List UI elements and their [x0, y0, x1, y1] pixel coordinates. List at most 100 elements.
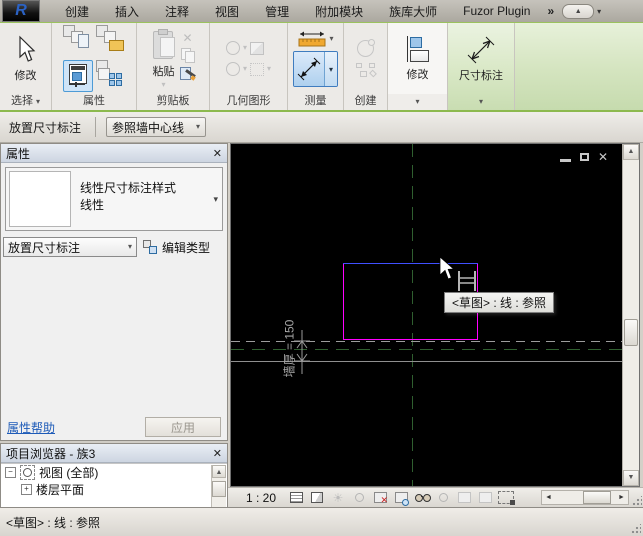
temporary-view-properties-icon[interactable] — [456, 491, 472, 505]
workflow-icon[interactable] — [356, 63, 376, 77]
canvas-resize-grip[interactable] — [632, 496, 642, 506]
types-button[interactable] — [96, 60, 124, 90]
panel-measure: ▾ ▾ 测量 — [288, 23, 344, 110]
modify-tool-label: 修改 — [15, 67, 37, 83]
temporary-hide-isolate-icon[interactable] — [414, 491, 430, 505]
sun-path-icon[interactable]: ☀ — [330, 491, 346, 505]
tab-addins[interactable]: 附加模块 — [302, 0, 376, 22]
view-restore-icon[interactable] — [580, 153, 589, 161]
aligned-dimension-button[interactable]: ▾ — [293, 51, 338, 87]
horizontal-scroll-thumb[interactable] — [583, 491, 611, 504]
project-browser-header[interactable]: 项目浏览器 - 族3 ✕ — [1, 444, 227, 463]
tab-insert[interactable]: 插入 — [102, 0, 152, 22]
modify-mode-button[interactable]: 修改 — [406, 36, 430, 82]
browser-scroll-thumb[interactable] — [212, 481, 226, 497]
join-icon[interactable] — [226, 62, 240, 76]
scroll-up-icon[interactable]: ▲ — [623, 144, 639, 160]
options-bar: 放置尺寸标注 参照墙中心线 ▾ — [0, 112, 643, 143]
panel-modify-expander[interactable]: ▾ — [388, 94, 447, 110]
panel-modify-mode: 修改 ▾ — [388, 23, 448, 110]
scroll-right-icon[interactable]: ► — [615, 494, 628, 501]
type-selector-dropdown-icon[interactable]: ▾ — [213, 194, 218, 205]
dimension-button[interactable]: 尺寸标注 — [459, 35, 503, 83]
collapse-expander-icon[interactable]: − — [5, 467, 16, 478]
ribbon-state-button[interactable]: ▲ — [562, 4, 594, 19]
detail-level-icon[interactable] — [288, 491, 304, 505]
paint-icon[interactable] — [250, 63, 264, 76]
show-constraints-icon[interactable] — [477, 491, 493, 505]
paste-button[interactable]: 粘贴 ▾ — [151, 29, 177, 89]
scroll-down-icon[interactable]: ▼ — [623, 470, 639, 486]
element-tooltip: <草图> : 线 : 参照 — [444, 292, 554, 313]
cut-geometry-icon[interactable] — [250, 42, 264, 55]
view-close-icon[interactable]: ✕ — [598, 152, 608, 162]
element-filter-dropdown[interactable]: 放置尺寸标注 ▾ — [3, 237, 137, 257]
view-scale-button[interactable]: 1 : 20 — [246, 491, 276, 505]
show-crop-region-icon[interactable] — [393, 491, 409, 505]
aligned-dimension-dropdown-icon[interactable]: ▾ — [324, 52, 337, 86]
properties-palette-header[interactable]: 属性 ✕ — [1, 144, 227, 163]
visual-style-icon[interactable] — [309, 491, 325, 505]
ribbon-tab-bar: R 创建 插入 注释 视图 管理 附加模块 族库大师 Fuzor Plugin … — [0, 0, 643, 22]
project-browser-close-icon[interactable]: ✕ — [213, 447, 222, 460]
tab-overflow-icon[interactable]: » — [547, 4, 552, 18]
ribbon-state-dropdown-icon[interactable]: ▾ — [597, 7, 601, 16]
edit-type-button[interactable]: 编辑类型 — [143, 239, 210, 256]
paint-dropdown-icon[interactable]: ▾ — [267, 65, 271, 73]
family-types-button[interactable] — [63, 25, 91, 55]
panel-dimension-expander[interactable]: ▾ — [448, 94, 514, 110]
type-selector-family: 线性尺寸标注样式 — [80, 180, 218, 197]
tab-manage[interactable]: 管理 — [252, 0, 302, 22]
modify-mode-icon — [406, 36, 430, 64]
vertical-scrollbar[interactable]: ▲ ▼ — [622, 144, 639, 486]
join-dropdown-icon[interactable]: ▾ — [243, 65, 247, 73]
cope-icon[interactable] — [226, 41, 240, 55]
tab-fuzor-plugin[interactable]: Fuzor Plugin — [450, 0, 543, 22]
family-category-button[interactable] — [96, 25, 124, 55]
shadows-icon[interactable] — [351, 491, 367, 505]
properties-palette-button[interactable] — [63, 60, 93, 92]
placement-dropdown-icon: ▾ — [196, 123, 200, 131]
browser-scrollbar[interactable]: ▲ — [211, 465, 226, 507]
placement-dropdown[interactable]: 参照墙中心线 ▾ — [106, 117, 206, 137]
mouse-cursor-icon — [437, 256, 455, 282]
cope-dropdown-icon[interactable]: ▾ — [243, 44, 247, 52]
drawing-canvas[interactable]: ✕ 墙厚 = 150 <草图> : 线 — [231, 144, 622, 486]
types-grid-icon — [109, 73, 122, 86]
scroll-thumb[interactable] — [624, 319, 638, 346]
match-type-brush-icon[interactable] — [180, 66, 196, 81]
window-resize-grip[interactable] — [631, 524, 641, 534]
scroll-left-icon[interactable]: ◄ — [542, 494, 555, 501]
copy-icon[interactable] — [181, 48, 195, 63]
highlighted-sketch-line[interactable] — [343, 263, 478, 264]
tab-annotate[interactable]: 注释 — [152, 0, 202, 22]
properties-help-link[interactable]: 属性帮助 — [7, 419, 55, 436]
browser-scroll-up-icon[interactable]: ▲ — [212, 465, 226, 478]
tab-family-library[interactable]: 族库大师 — [376, 0, 450, 22]
component-icon[interactable] — [357, 40, 374, 57]
measure-button[interactable]: ▾ — [297, 30, 333, 48]
tree-item-views[interactable]: − 视图 (全部) — [1, 464, 227, 481]
horizontal-scrollbar[interactable]: ◄ ► — [541, 490, 629, 505]
reveal-hidden-elements-icon[interactable] — [435, 491, 451, 505]
tab-view[interactable]: 视图 — [202, 0, 252, 22]
modify-tool-button[interactable]: 修改 — [15, 35, 37, 83]
collapse-icon: ▲ — [575, 8, 582, 15]
crop-view-off-icon[interactable]: ✕ — [372, 491, 388, 505]
type-selector[interactable]: 线性尺寸标注样式 线性 ▾ — [5, 167, 223, 231]
aligned-dimension-icon — [294, 52, 324, 86]
apply-button[interactable]: 应用 — [145, 417, 221, 437]
panel-select-label[interactable]: 选择 ▾ — [0, 94, 51, 110]
revit-window: R 创建 插入 注释 视图 管理 附加模块 族库大师 Fuzor Plugin … — [0, 0, 643, 536]
reveal-constraints-lock-icon[interactable] — [498, 491, 514, 505]
tab-create[interactable]: 创建 — [52, 0, 102, 22]
application-menu-button[interactable]: R — [2, 0, 40, 22]
measure-dropdown-icon[interactable]: ▾ — [329, 35, 333, 43]
expand-expander-icon[interactable]: + — [21, 484, 32, 495]
tree-item-floorplans[interactable]: + 楼层平面 — [1, 481, 227, 498]
cut-icon[interactable]: ✕ — [182, 31, 192, 45]
properties-close-icon[interactable]: ✕ — [213, 147, 222, 160]
horizontal-scroll-track[interactable] — [555, 491, 615, 504]
view-minimize-icon[interactable] — [560, 159, 571, 162]
wall-thickness-dimension-label[interactable]: 墙厚 = 150 — [281, 308, 298, 390]
